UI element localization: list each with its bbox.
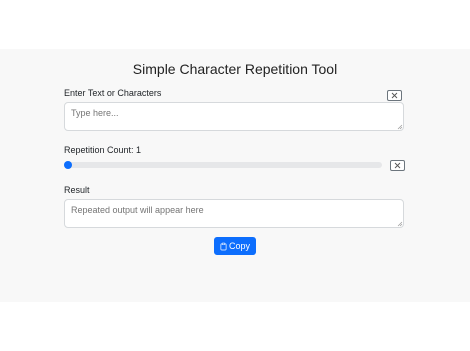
copy-button-label: Copy	[228, 241, 250, 251]
slider-thumb[interactable]	[64, 161, 72, 169]
page-title: Simple Character Repetition Tool	[132, 61, 338, 77]
close-icon	[394, 162, 401, 169]
clear-input-button[interactable]	[387, 90, 402, 101]
repetition-label: Repetition Count: 1	[64, 145, 142, 155]
clear-count-button[interactable]	[390, 160, 405, 171]
input-label: Enter Text or Characters	[64, 88, 162, 98]
resize-grip-icon[interactable]	[397, 124, 403, 130]
copy-button[interactable]: Copy	[214, 237, 256, 255]
resize-grip-icon[interactable]	[397, 221, 403, 227]
tool-panel	[0, 49, 470, 302]
clipboard-icon	[220, 242, 227, 250]
text-input[interactable]	[64, 102, 404, 131]
close-icon	[391, 92, 398, 99]
text-input-wrapper	[64, 102, 404, 131]
result-label: Result	[64, 185, 90, 195]
result-output[interactable]	[64, 199, 404, 228]
repetition-slider[interactable]	[64, 161, 382, 169]
result-output-wrapper	[64, 199, 404, 228]
